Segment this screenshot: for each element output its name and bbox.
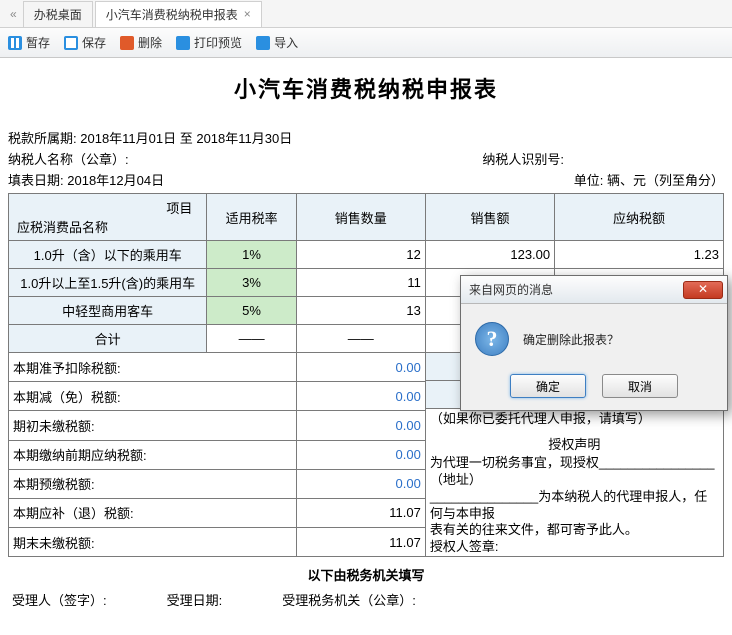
- col-amt: 销售额: [425, 194, 554, 241]
- dialog-message: 确定删除此报表？: [523, 331, 619, 348]
- cancel-button[interactable]: 取消: [602, 374, 678, 398]
- col-tax: 应纳税额: [555, 194, 724, 241]
- val-cell[interactable]: 0.00: [296, 411, 425, 440]
- col-rate: 适用税率: [207, 194, 296, 241]
- page-title: 小汽车消费税纳税申报表: [8, 72, 724, 104]
- print-preview-button[interactable]: 打印预览: [176, 34, 242, 51]
- dialog-title: 来自网页的消息: [469, 281, 553, 298]
- delete-button[interactable]: 删除: [120, 34, 162, 51]
- confirm-dialog: 来自网页的消息 ✕ ? 确定删除此报表？ 确定 取消: [460, 275, 728, 411]
- ok-button[interactable]: 确定: [510, 374, 586, 398]
- footer-row: 受理人（签字）: 受理日期: 受理税务机关（公章）:: [8, 590, 724, 615]
- import-button[interactable]: 导入: [256, 34, 298, 51]
- tabs-back-chevron[interactable]: «: [4, 7, 23, 21]
- tax-cell[interactable]: 1.23: [555, 241, 724, 269]
- qty-cell[interactable]: 12: [296, 241, 425, 269]
- pause-button[interactable]: 暂存: [8, 34, 50, 51]
- footer-title: 以下由税务机关填写: [8, 565, 724, 584]
- tab-label: 小汽车消费税纳税申报表: [106, 6, 238, 23]
- delete-icon: [120, 36, 134, 50]
- amt-cell[interactable]: 123.00: [425, 241, 554, 269]
- qty-cell[interactable]: 11: [296, 269, 425, 297]
- table-row: 1.0升（含）以下的乘用车 1% 12 123.00 1.23: [9, 241, 724, 269]
- val-cell: 11.07: [296, 498, 425, 527]
- qty-cell[interactable]: 13: [296, 297, 425, 325]
- col-name: 应税消费品名称: [13, 217, 202, 236]
- save-icon: [64, 36, 78, 50]
- val-cell[interactable]: 0.00: [296, 440, 425, 469]
- val-cell: 11.07: [296, 528, 425, 557]
- col-item: 项目: [13, 198, 202, 217]
- print-icon: [176, 36, 190, 50]
- import-icon: [256, 36, 270, 50]
- meta-fill: 填表日期: 2018年12月04日 单位: 辆、元（列至角分）: [8, 170, 724, 189]
- meta-period: 税款所属期: 2018年11月01日 至 2018年11月30日: [8, 128, 724, 147]
- tab-report[interactable]: 小汽车消费税纳税申报表 ×: [95, 1, 262, 27]
- tab-bar: « 办税桌面 小汽车消费税纳税申报表 ×: [0, 0, 732, 28]
- val-cell[interactable]: 0.00: [296, 469, 425, 498]
- dialog-titlebar: 来自网页的消息 ✕: [461, 276, 727, 304]
- val-cell[interactable]: 0.00: [296, 382, 425, 411]
- save-button[interactable]: 保存: [64, 34, 106, 51]
- meta-payer: 纳税人名称（公章）: 纳税人识别号:: [8, 149, 724, 168]
- col-qty: 销售数量: [296, 194, 425, 241]
- close-icon[interactable]: ×: [244, 7, 251, 21]
- tab-label: 办税桌面: [34, 6, 82, 23]
- toolbar: 暂存 保存 删除 打印预览 导入: [0, 28, 732, 58]
- question-icon: ?: [475, 322, 509, 356]
- pause-icon: [8, 36, 22, 50]
- val-cell[interactable]: 0.00: [296, 353, 425, 382]
- tab-desktop[interactable]: 办税桌面: [23, 1, 93, 27]
- dialog-close-button[interactable]: ✕: [683, 281, 723, 299]
